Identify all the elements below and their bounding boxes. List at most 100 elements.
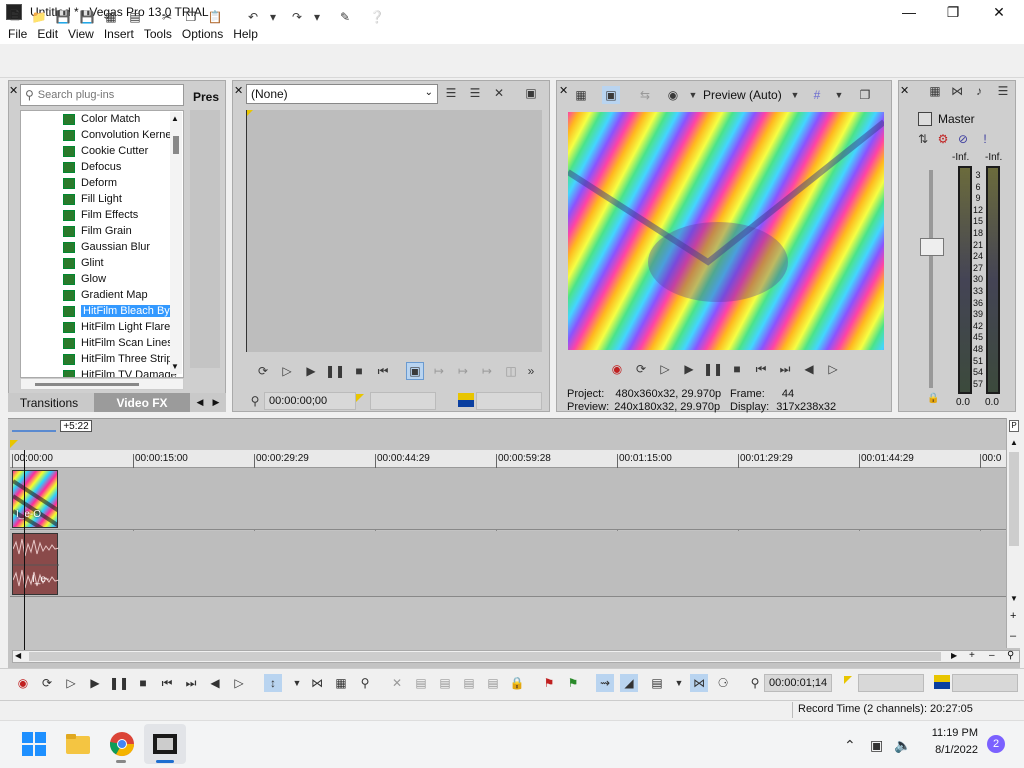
envelope-tool-icon[interactable]: ⋈ (308, 674, 326, 692)
undo-icon[interactable]: ↶ (244, 8, 262, 26)
split-screen-icon[interactable]: ◉ (664, 86, 682, 104)
cursor-timecode[interactable]: 00:00:01;14 (764, 674, 832, 692)
plugin-list-item[interactable]: HitFilm Scan Lines (21, 335, 183, 351)
panel-close-icon[interactable]: ✕ (9, 84, 18, 97)
trimmer-add-to-timeline-icon[interactable]: ▣ (406, 362, 424, 380)
zoom-in-icon[interactable]: + (1010, 610, 1016, 622)
timeline-cursor[interactable] (24, 450, 25, 650)
split-dropdown-icon[interactable]: ▼ (684, 86, 702, 104)
ripple-dropdown-icon[interactable]: ▼ (670, 674, 688, 692)
chrome-icon[interactable] (108, 730, 136, 758)
hscroll-thumb[interactable] (35, 383, 139, 386)
selection-tool-icon[interactable]: ▦ (332, 674, 350, 692)
menu-help[interactable]: Help (233, 27, 258, 41)
undo-dropdown-icon[interactable]: ▾ (264, 8, 282, 26)
lock-events-icon[interactable]: 🔒 (508, 674, 526, 692)
trimmer-play-from-start-icon[interactable]: ▷ (278, 362, 296, 380)
trimmer-go-start-icon[interactable]: ⏮ (374, 362, 392, 380)
plugin-list-item[interactable]: Convolution Kerne (21, 127, 183, 143)
master-fx-icon[interactable]: ⇅ (914, 130, 932, 148)
menu-edit[interactable]: Edit (37, 27, 58, 41)
next-frame-button-icon[interactable]: ▷ (230, 674, 248, 692)
vegas-pro-taskbar-icon[interactable] (151, 730, 179, 758)
play-button-icon[interactable]: ▶ (86, 674, 104, 692)
hscroll-zoom-out-icon[interactable]: – (989, 650, 995, 661)
overlays-dropdown-icon[interactable]: ▼ (830, 86, 848, 104)
trimmer-tool-3-icon[interactable]: ↦ (430, 362, 448, 380)
file-explorer-icon[interactable] (64, 730, 92, 758)
tab-transitions[interactable]: Transitions (14, 393, 84, 412)
master-fader-handle[interactable] (920, 238, 944, 256)
start-button-icon[interactable]: ⏮ (158, 674, 176, 692)
minimize-button[interactable]: — (886, 0, 932, 24)
presets-list[interactable] (190, 110, 220, 368)
insert-marker-icon[interactable]: ⚑ (540, 674, 558, 692)
open-icon[interactable]: 📁 (30, 8, 48, 26)
clock-time[interactable]: 11:19 PM (928, 727, 978, 739)
trimmer-clear-icon[interactable]: ✕ (490, 84, 508, 102)
save-icon[interactable]: 💾 (54, 8, 72, 26)
plugin-list-item[interactable]: Color Match (21, 111, 183, 127)
plugin-list-item[interactable]: Deform (21, 175, 183, 191)
lock-icon[interactable]: 🔒 (927, 393, 939, 404)
stop-icon[interactable]: ■ (728, 360, 746, 378)
master-solo-icon[interactable]: ‍! (976, 130, 994, 148)
enable-snapping-icon[interactable]: ✎ (336, 8, 354, 26)
whats-this-icon[interactable]: ❔ (368, 8, 386, 26)
trimmer-tool-1-icon[interactable]: ☰ (442, 84, 460, 102)
plugin-list-item[interactable]: Defocus (21, 159, 183, 175)
menu-view[interactable]: View (68, 27, 94, 41)
pause-button-icon[interactable]: ❚❚ (109, 674, 129, 692)
trim-start-icon[interactable]: ▤ (436, 674, 454, 692)
new-icon[interactable]: 🗎 (6, 8, 24, 26)
close-button[interactable]: ✕ (976, 0, 1022, 24)
hscroll-zoom-in-icon[interactable]: + (969, 650, 975, 661)
trimmer-play-icon[interactable]: ▶ (302, 362, 320, 380)
auto-crossfade-icon[interactable]: ◢ (620, 674, 638, 692)
plugin-list-item[interactable]: Gaussian Blur (21, 239, 183, 255)
ignore-grouping-icon[interactable]: ⚆ (714, 674, 732, 692)
plugin-search-input[interactable] (37, 89, 178, 101)
video-track[interactable] (10, 468, 1006, 530)
save-as-icon[interactable]: 💾 (78, 8, 96, 26)
plugin-list-item[interactable]: Fill Light (21, 191, 183, 207)
trimmer-length-field[interactable] (476, 392, 542, 410)
copy-icon[interactable]: ❐ (182, 8, 200, 26)
volume-icon[interactable]: 🔈 (894, 737, 911, 754)
plugin-search-box[interactable]: ⚲ (20, 84, 184, 106)
loop-region-bar[interactable] (12, 420, 56, 432)
fx-select-dropdown[interactable]: (None) ⌄ (246, 84, 438, 104)
normal-edit-tool-icon[interactable]: ↕ (264, 674, 282, 692)
vscroll-up-icon[interactable]: ▲ (1010, 438, 1018, 447)
network-icon[interactable]: ▣ (870, 737, 883, 754)
show-hidden-icons-icon[interactable]: ⌃ (844, 737, 856, 754)
audio-track[interactable] (10, 531, 1006, 597)
ripple-edit-icon[interactable]: ▤ (648, 674, 666, 692)
master-close-icon[interactable]: ✕ (900, 84, 909, 97)
timeline-hscroll-thumb[interactable] (29, 652, 941, 661)
snap-icon[interactable]: ⇝ (596, 674, 614, 692)
redo-dropdown-icon[interactable]: ▾ (308, 8, 326, 26)
tab-video-fx[interactable]: Video FX (94, 393, 190, 412)
timeline-vertical-scrollbar[interactable]: P ▲ ▼ + – (1006, 418, 1020, 648)
master-settings-icon[interactable]: ⚙ (934, 130, 952, 148)
master-mute-icon[interactable]: ⊘ (954, 130, 972, 148)
timeline-horizontal-scrollbar[interactable]: ◀ ▶ + – ⚲ (12, 650, 1020, 663)
menu-tools[interactable]: Tools (144, 27, 172, 41)
plugin-list-scrollbar[interactable]: ▲ ▼ (170, 112, 182, 374)
preview-properties-icon[interactable]: ▦ (572, 86, 590, 104)
trimmer-tool-4-icon[interactable]: ↦ (454, 362, 472, 380)
delete-icon[interactable]: ✕ (388, 674, 406, 692)
cut-icon[interactable]: ✂ (158, 8, 176, 26)
copy-snapshot-icon[interactable]: ❐ (856, 86, 874, 104)
zoom-tool-icon[interactable]: ⚲ (356, 674, 374, 692)
plugin-list-item[interactable]: Cookie Cutter (21, 143, 183, 159)
lock-envelopes-icon[interactable]: ⋈ (690, 674, 708, 692)
plugin-list-item[interactable]: HitFilm TV Damage (21, 367, 183, 377)
end-button-icon[interactable]: ⏭ (182, 674, 200, 692)
plugin-list-item[interactable]: HitFilm Bleach Byp (21, 303, 183, 319)
external-monitor-icon[interactable]: ▣ (602, 86, 620, 104)
hscroll-left-icon[interactable]: ◀ (15, 651, 21, 660)
trimmer-close-icon[interactable]: ✕ (234, 84, 243, 97)
vscroll-down-icon[interactable]: ▼ (1010, 594, 1018, 603)
